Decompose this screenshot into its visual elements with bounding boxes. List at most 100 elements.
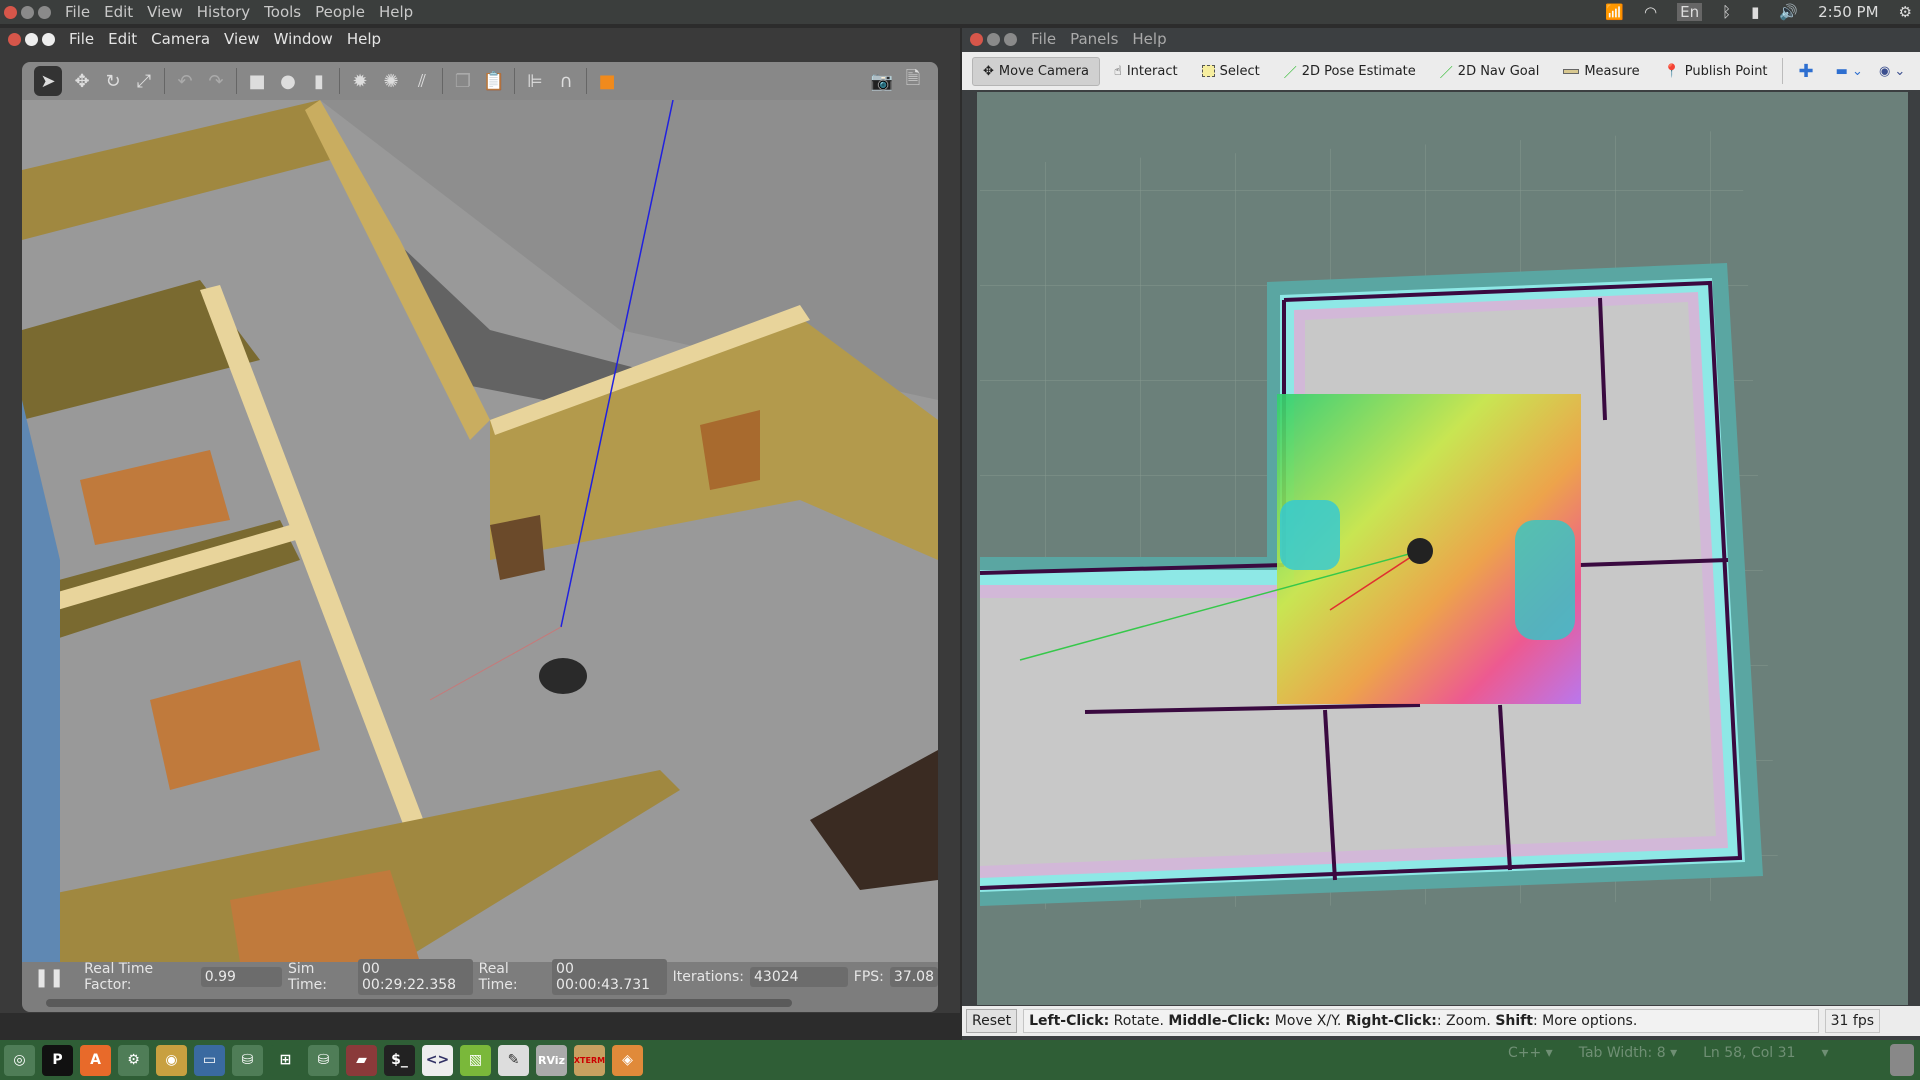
align-icon[interactable]: ⊫ — [524, 70, 546, 92]
ubuntu-icon[interactable]: ◎ — [4, 1044, 35, 1076]
view-eye-icon[interactable]: ◉ ⌄ — [1879, 64, 1905, 79]
menu-people[interactable]: People — [315, 3, 365, 21]
network-icon[interactable]: 📶 — [1605, 3, 1624, 21]
iterations-value: 43024 — [750, 967, 848, 987]
maximize-icon[interactable] — [1004, 32, 1017, 46]
menu-help[interactable]: Help — [1132, 30, 1166, 48]
point-light-icon[interactable]: ✹ — [349, 70, 371, 92]
menu-history[interactable]: History — [197, 3, 250, 21]
measure-tool[interactable]: Measure — [1553, 58, 1649, 85]
directional-light-icon[interactable]: ⫽ — [411, 70, 433, 92]
hand-icon: ☝ — [1113, 63, 1122, 79]
add-tool-icon[interactable]: ✚ — [1799, 61, 1814, 82]
menu-tools[interactable]: Tools — [264, 3, 301, 21]
p-app-icon[interactable]: P — [42, 1044, 73, 1076]
chrome-icon[interactable]: ◉ — [156, 1044, 187, 1076]
gazebo-toolbar: ➤ ✥ ↻ ⤢ ↶ ↷ ■ ● ▮ ✹ ✺ ⫽ ❐ 📋 ⊫ ∩ ■ 📷 🗎 — [22, 62, 938, 100]
screenshot-camera-icon[interactable]: 📷 — [871, 70, 893, 92]
hint-key: Middle-Click: — [1168, 1013, 1271, 1029]
copy-icon[interactable]: ❐ — [452, 70, 474, 92]
gazebo-menubar: File Edit Camera View Window Help — [0, 28, 960, 50]
menu-panels[interactable]: Panels — [1070, 30, 1118, 48]
minimize-icon[interactable] — [987, 32, 1000, 46]
image-viewer-icon[interactable]: ▧ — [460, 1044, 491, 1076]
language-selector[interactable]: C++ ▾ — [1508, 1045, 1553, 1061]
drive-icon[interactable]: ⛁ — [232, 1044, 263, 1076]
interact-tool[interactable]: ☝ Interact — [1104, 58, 1188, 85]
box-icon[interactable]: ■ — [246, 70, 268, 92]
snap-magnet-icon[interactable]: ∩ — [555, 70, 577, 92]
wifi-icon[interactable]: ◠ — [1644, 3, 1657, 21]
menu-edit[interactable]: Edit — [104, 3, 133, 21]
publish-point-tool[interactable]: 📍 Publish Point — [1654, 58, 1778, 85]
menu-help[interactable]: Help — [379, 3, 413, 21]
menu-help[interactable]: Help — [347, 30, 381, 48]
editor-dropdown[interactable]: ▾ — [1821, 1045, 1828, 1061]
volume-icon[interactable]: 🔊 — [1779, 3, 1798, 21]
spot-light-icon[interactable]: ✺ — [380, 70, 402, 92]
rviz-3d-viewport[interactable] — [977, 92, 1908, 1005]
settings-gear-icon[interactable]: ⚙ — [118, 1044, 149, 1076]
nav-goal-tool[interactable]: ／ 2D Nav Goal — [1430, 56, 1550, 87]
file-manager-icon[interactable]: ▭ — [194, 1044, 225, 1076]
menu-view[interactable]: View — [224, 30, 260, 48]
menu-file[interactable]: File — [1031, 30, 1056, 48]
software-center-icon[interactable]: A — [80, 1044, 111, 1076]
trash-icon[interactable] — [1890, 1044, 1914, 1076]
gazebo-icon[interactable]: ◈ — [612, 1044, 643, 1076]
gazebo-3d-viewport[interactable] — [22, 100, 938, 962]
xterm-icon[interactable]: XTERM — [574, 1044, 605, 1076]
menu-edit[interactable]: Edit — [108, 30, 137, 48]
code-editor-icon[interactable]: <> — [422, 1044, 453, 1076]
undo-icon[interactable]: ↶ — [174, 70, 196, 92]
menu-file[interactable]: File — [65, 3, 90, 21]
select-arrow-icon[interactable]: ➤ — [34, 66, 62, 96]
rotate-icon[interactable]: ↻ — [102, 70, 124, 92]
gazebo-status-bar: ❚❚ Real Time Factor: 0.99 Sim Time: 00 00:… — [22, 959, 938, 1012]
gazebo-window: File Edit Camera View Window Help ➤ ✥ ↻ ⤢ ↶ ↷… — [0, 28, 960, 1013]
rviz-icon[interactable]: RViz — [536, 1044, 567, 1076]
fps-label: FPS: — [853, 969, 884, 985]
clock[interactable]: 2:50 PM — [1818, 3, 1878, 21]
green-arrow-icon: ／ — [1439, 65, 1453, 81]
cursor-position: Ln 58, Col 31 — [1703, 1045, 1796, 1061]
menu-camera[interactable]: Camera — [151, 30, 210, 48]
pause-icon[interactable]: ❚❚ — [34, 967, 64, 988]
sphere-icon[interactable]: ● — [277, 70, 299, 92]
folder-icon[interactable]: ▰ — [346, 1044, 377, 1076]
horizontal-scrollbar[interactable] — [46, 999, 792, 1007]
log-icon[interactable]: 🗎 — [902, 68, 924, 92]
minimize-icon[interactable] — [21, 5, 34, 19]
tool-label: Publish Point — [1684, 63, 1768, 79]
maximize-icon[interactable] — [42, 32, 55, 46]
redo-icon[interactable]: ↷ — [205, 70, 227, 92]
close-icon[interactable] — [970, 32, 983, 46]
bluetooth-icon[interactable]: ᛒ — [1722, 3, 1731, 21]
close-icon[interactable] — [8, 32, 21, 46]
pose-estimate-tool[interactable]: ／ 2D Pose Estimate — [1274, 56, 1426, 87]
remove-tool-icon[interactable]: ▬ ⌄ — [1836, 64, 1863, 79]
select-tool[interactable]: Select — [1192, 58, 1270, 85]
maximize-icon[interactable] — [38, 5, 51, 19]
tab-width-selector[interactable]: Tab Width: 8 ▾ — [1579, 1045, 1677, 1061]
battery-icon[interactable]: ▮ — [1751, 3, 1759, 21]
reset-button[interactable]: Reset — [966, 1009, 1018, 1033]
paste-icon[interactable]: 📋 — [483, 70, 505, 92]
menu-view[interactable]: View — [147, 3, 183, 21]
menu-file[interactable]: File — [69, 30, 94, 48]
move-camera-tool[interactable]: ✥ Move Camera — [972, 56, 1100, 86]
minimize-icon[interactable] — [25, 32, 38, 46]
close-icon[interactable] — [4, 5, 17, 19]
text-editor-icon[interactable]: ✎ — [498, 1044, 529, 1076]
view-angle-icon[interactable]: ■ — [596, 70, 618, 92]
scale-icon[interactable]: ⤢ — [133, 70, 155, 92]
tool-label: Interact — [1126, 63, 1178, 79]
drive-icon-2[interactable]: ⛁ — [308, 1044, 339, 1076]
cylinder-icon[interactable]: ▮ — [308, 70, 330, 92]
workspace-switcher-icon[interactable]: ⊞ — [270, 1044, 301, 1076]
terminal-icon[interactable]: $_ — [384, 1044, 415, 1076]
keyboard-layout[interactable]: En — [1677, 3, 1703, 21]
menu-window[interactable]: Window — [274, 30, 333, 48]
translate-icon[interactable]: ✥ — [71, 70, 93, 92]
gear-icon[interactable]: ⚙ — [1899, 3, 1912, 21]
